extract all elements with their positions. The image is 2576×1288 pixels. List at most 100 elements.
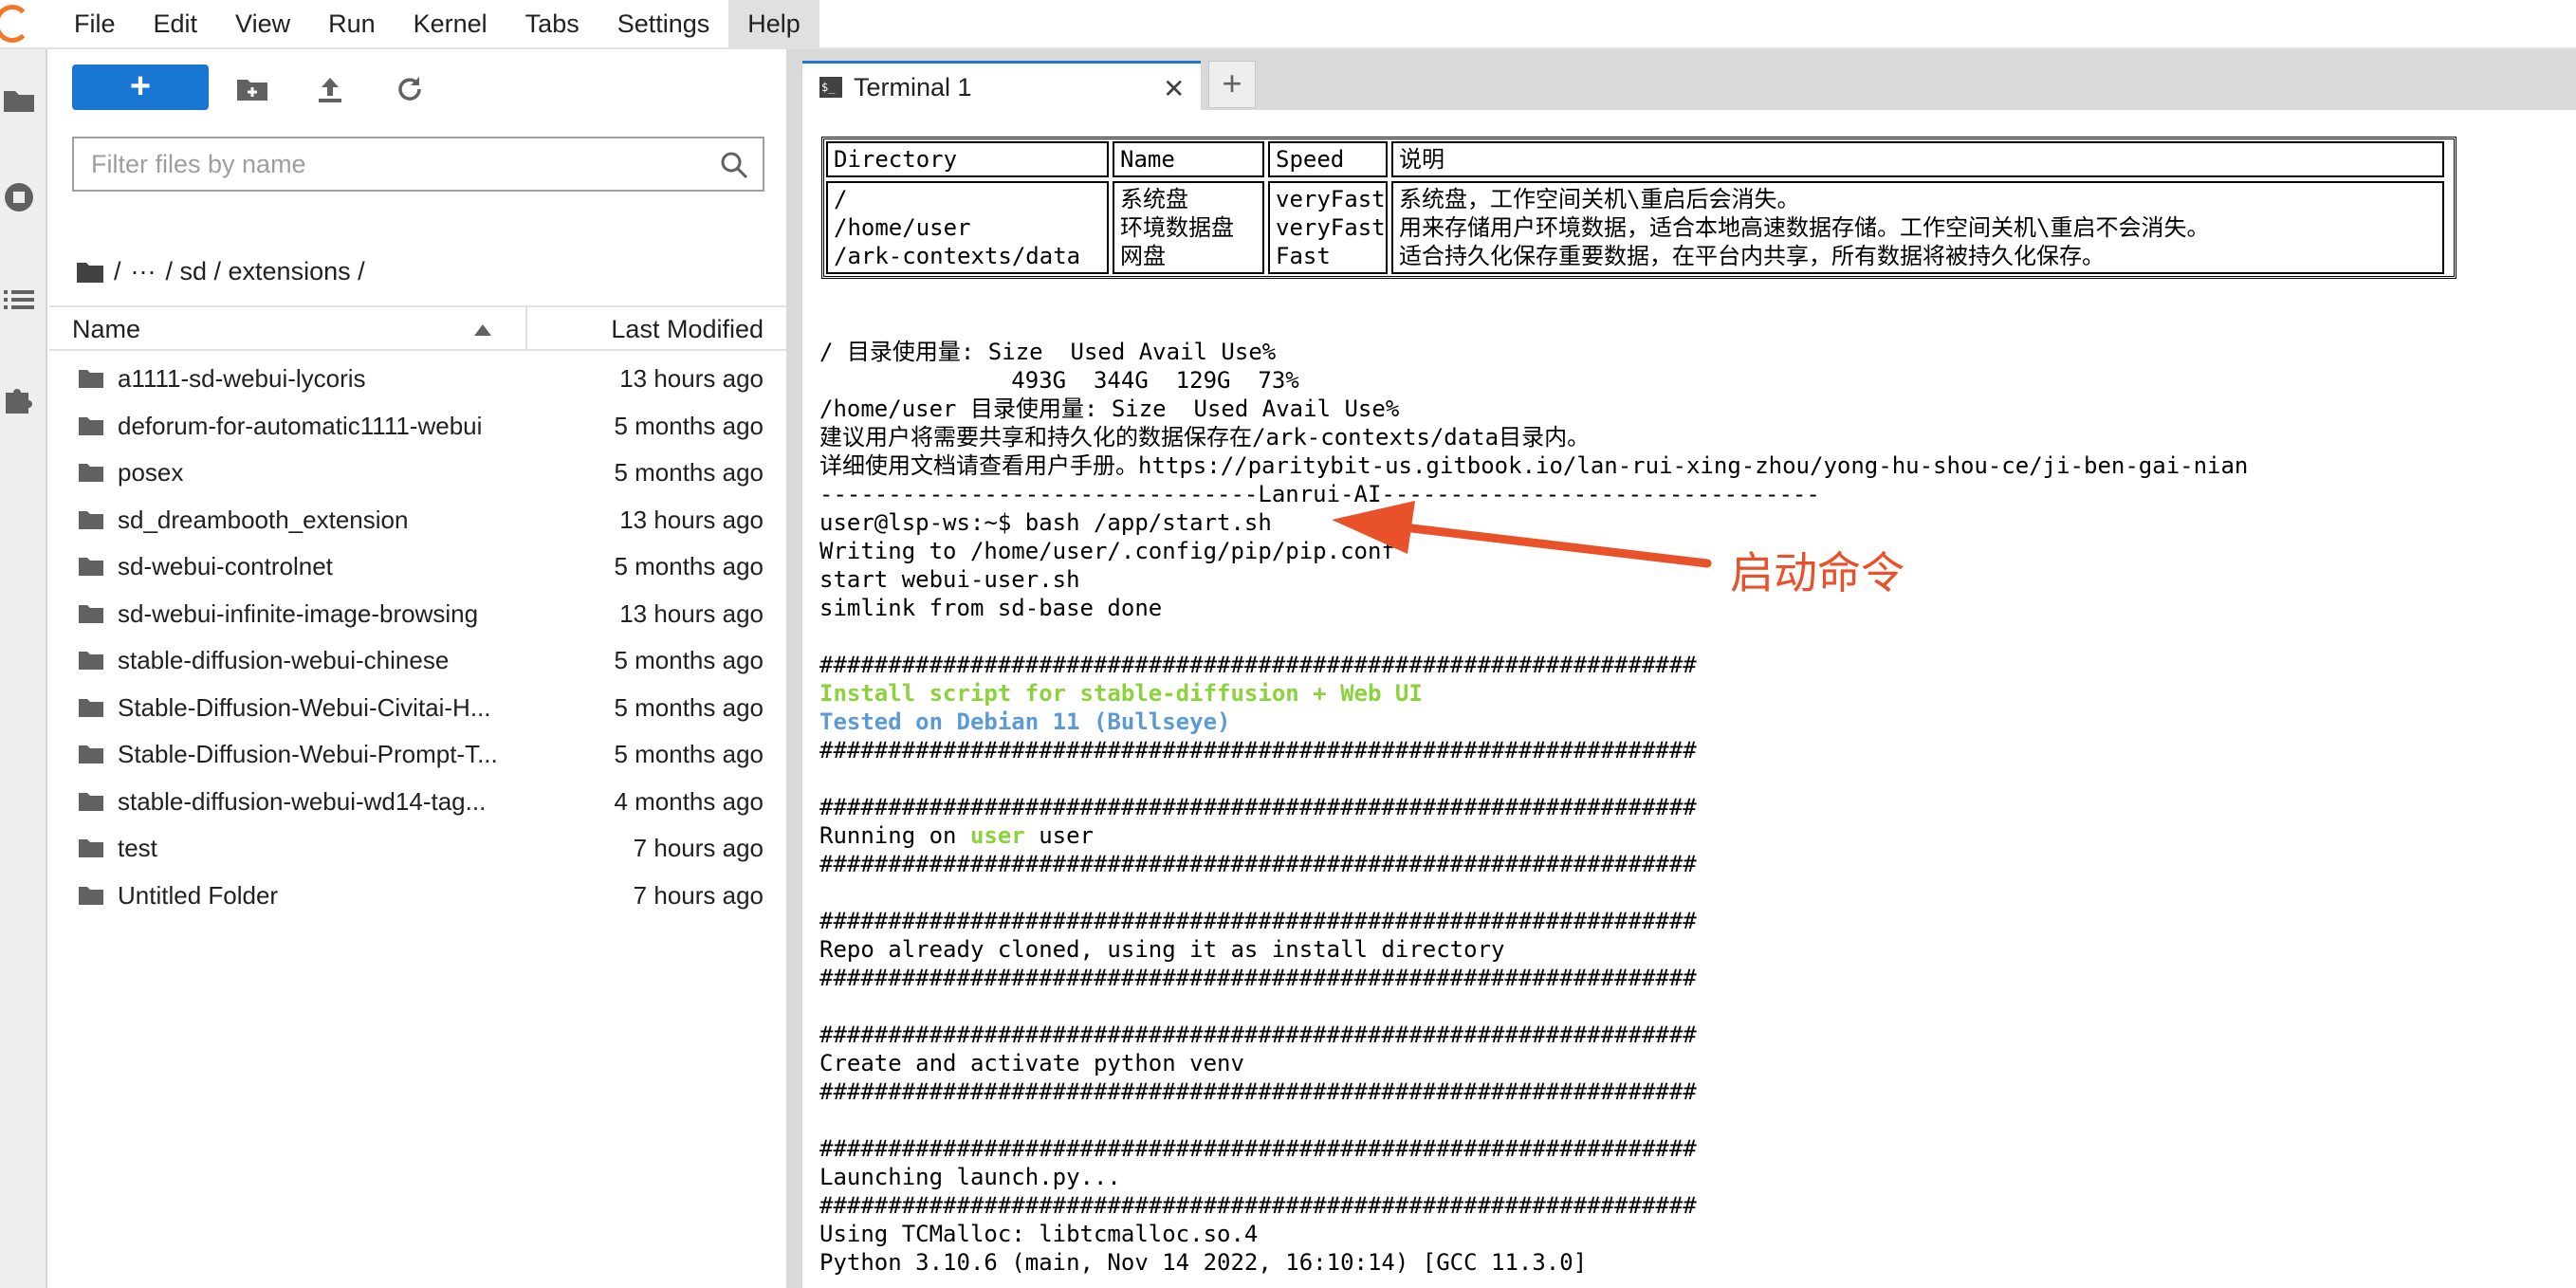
table-cell: 系统盘 环境数据盘 网盘: [1113, 181, 1264, 274]
file-modified: 4 months ago: [614, 786, 764, 816]
refresh-icon[interactable]: [393, 74, 427, 104]
terminal-line: Writing to /home/user/.config/pip/pip.co…: [819, 538, 1395, 564]
terminal-line: ########################################…: [819, 794, 1697, 820]
terminal-line: Install script for stable-diffusion + We…: [819, 680, 1423, 707]
file-name: test: [118, 834, 157, 862]
extension-icon[interactable]: [2, 381, 36, 415]
menu-run[interactable]: Run: [309, 0, 395, 48]
modified-column-header[interactable]: Last Modified: [611, 315, 764, 344]
close-icon[interactable]: ✕: [1163, 73, 1185, 104]
file-name: Stable-Diffusion-Webui-Civitai-H...: [118, 692, 491, 722]
new-folder-icon[interactable]: [235, 74, 269, 104]
terminal-output[interactable]: Directory Name Speed 说明 / /home/user /ar…: [802, 110, 2576, 1288]
terminal-line: ########################################…: [819, 1078, 1697, 1105]
terminal-text: user: [1024, 822, 1094, 849]
home-folder-icon[interactable]: [76, 259, 104, 284]
file-row[interactable]: Untitled Folder 7 hours ago: [49, 872, 786, 919]
file-row[interactable]: a1111-sd-webui-lycoris 13 hours ago: [49, 355, 786, 402]
folder-icon: [79, 370, 103, 388]
folder-icon: [79, 510, 103, 529]
terminal-line: ########################################…: [819, 851, 1697, 877]
menu-file[interactable]: File: [55, 0, 135, 48]
table-header-cell: Directory: [826, 141, 1109, 177]
toc-icon[interactable]: [2, 283, 36, 317]
folder-icon: [79, 604, 103, 623]
breadcrumb-root[interactable]: /: [114, 257, 121, 286]
new-tab-button[interactable]: +: [1208, 61, 1256, 108]
terminal-line: 详细使用文档请查看用户手册。https://paritybit-us.gitbo…: [819, 452, 2249, 479]
file-row[interactable]: stable-diffusion-webui-wd14-tag... 4 mont…: [49, 778, 786, 825]
folder-icon[interactable]: [2, 83, 36, 118]
file-row[interactable]: test 7 hours ago: [49, 824, 786, 872]
file-row[interactable]: sd-webui-infinite-image-browsing 13 hours…: [49, 590, 786, 637]
menu-help[interactable]: Help: [728, 0, 819, 48]
folder-icon: [79, 416, 103, 435]
terminal-icon: $_: [819, 77, 842, 98]
terminal-line: ########################################…: [819, 1192, 1697, 1219]
file-list-header: Name Last Modified: [49, 305, 786, 351]
terminal-line: Tested on Debian 11 (Bullseye): [819, 708, 1231, 735]
annotation-label: 启动命令: [1730, 547, 1904, 598]
folder-icon: [79, 886, 103, 905]
folder-icon: [79, 464, 103, 482]
menu-settings[interactable]: Settings: [598, 0, 729, 48]
folder-icon: [79, 839, 103, 857]
search-icon: [721, 152, 748, 179]
file-row[interactable]: posex 5 months ago: [49, 449, 786, 496]
file-modified: 13 hours ago: [619, 598, 764, 628]
folder-icon: [79, 558, 103, 576]
file-name: a1111-sd-webui-lycoris: [118, 364, 366, 393]
breadcrumb-ellipsis[interactable]: ···: [131, 257, 156, 286]
tab-terminal-1[interactable]: $_ Terminal 1 ✕: [802, 61, 1201, 110]
table-header-row: Directory Name Speed 说明: [824, 139, 2454, 179]
menu-tabs[interactable]: Tabs: [506, 0, 598, 48]
file-name: posex: [118, 458, 184, 487]
file-name: Untitled Folder: [118, 880, 279, 910]
table-cell: veryFast veryFast Fast: [1268, 181, 1388, 274]
file-modified: 13 hours ago: [619, 364, 764, 393]
menu-kernel[interactable]: Kernel: [395, 0, 506, 48]
new-launcher-button[interactable]: +: [72, 64, 209, 110]
terminal-line: /home/user 目录使用量: Size Used Avail Use%: [819, 396, 1400, 422]
file-modified: 7 hours ago: [633, 880, 764, 910]
running-icon[interactable]: [2, 180, 36, 214]
activity-bar: [0, 49, 47, 1288]
file-row[interactable]: sd-webui-controlnet 5 months ago: [49, 543, 786, 590]
file-row[interactable]: Stable-Diffusion-Webui-Prompt-T... 5 mont…: [49, 730, 786, 778]
file-name: sd-webui-controlnet: [118, 552, 333, 580]
filter-files-field[interactable]: [72, 137, 764, 192]
filter-input[interactable]: [74, 138, 681, 190]
tab-title: Terminal 1: [854, 73, 972, 101]
file-name: sd-webui-infinite-image-browsing: [118, 598, 479, 628]
file-row[interactable]: stable-diffusion-webui-chinese 5 months a…: [49, 636, 786, 684]
terminal-line: ########################################…: [819, 1021, 1697, 1048]
folder-icon: [79, 745, 103, 764]
panel-splitter[interactable]: [786, 49, 802, 1288]
file-modified: 5 months ago: [614, 692, 764, 722]
file-name: deforum-for-automatic1111-webui: [118, 411, 483, 440]
file-row[interactable]: deforum-for-automatic1111-webui 5 months …: [49, 402, 786, 450]
terminal-highlight: user: [969, 822, 1025, 849]
terminal-line: Launching launch.py...: [819, 1164, 1121, 1190]
menu-view[interactable]: View: [216, 0, 309, 48]
file-name: Stable-Diffusion-Webui-Prompt-T...: [118, 740, 498, 768]
folder-icon: [79, 792, 103, 811]
file-row[interactable]: sd_dreambooth_extension 13 hours ago: [49, 496, 786, 543]
breadcrumb-path[interactable]: / sd / extensions /: [166, 257, 365, 286]
file-name: stable-diffusion-webui-wd14-tag...: [118, 786, 487, 816]
column-divider[interactable]: [525, 307, 527, 349]
file-row[interactable]: Stable-Diffusion-Webui-Civitai-H... 5 mon…: [49, 684, 786, 731]
terminal-line: Repo already cloned, using it as install…: [819, 936, 1505, 963]
terminal-line: start webui-user.sh: [819, 566, 1080, 593]
file-list: a1111-sd-webui-lycoris 13 hours ago deforu…: [49, 355, 786, 918]
file-modified: 5 months ago: [614, 458, 764, 487]
name-column-header[interactable]: Name: [72, 315, 140, 344]
menu-edit[interactable]: Edit: [135, 0, 217, 48]
file-modified: 5 months ago: [614, 646, 764, 674]
terminal-line: ########################################…: [819, 1135, 1697, 1162]
table-header-cell: Name: [1113, 141, 1264, 177]
upload-icon[interactable]: [313, 74, 347, 104]
file-name: stable-diffusion-webui-chinese: [118, 646, 450, 674]
